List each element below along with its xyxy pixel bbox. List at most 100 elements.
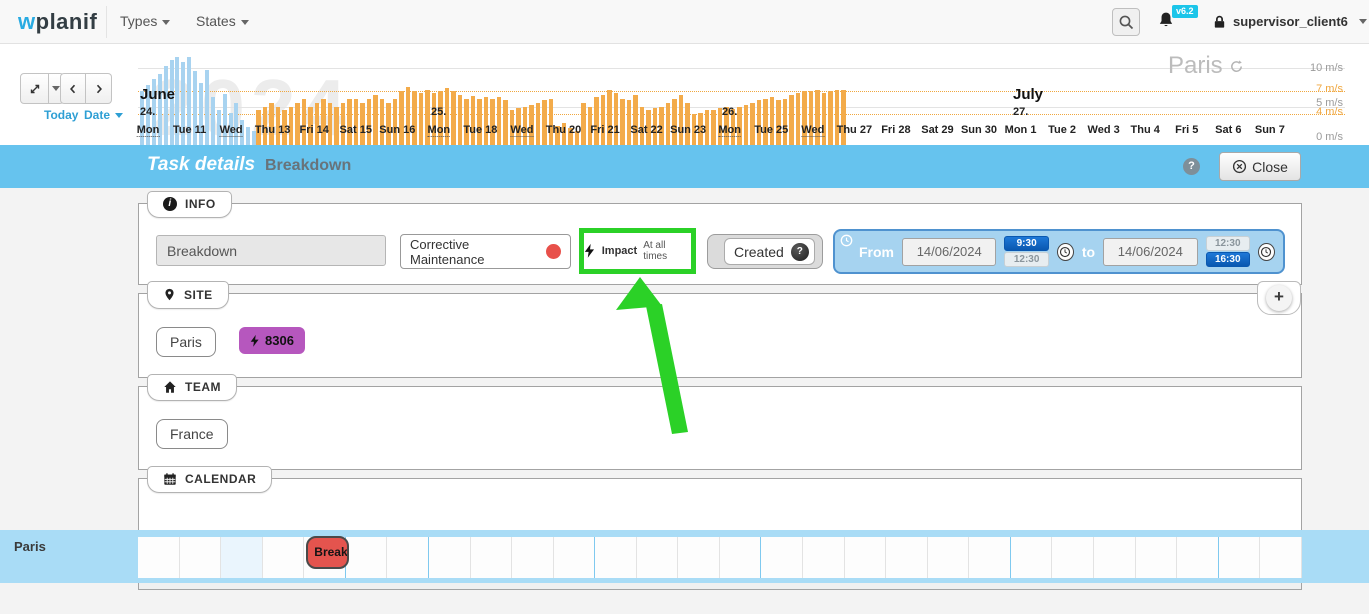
week-label: 27. — [1013, 106, 1028, 118]
to-date-field[interactable]: 14/06/2024 — [1103, 238, 1197, 266]
calendar-cell[interactable] — [1177, 537, 1219, 578]
wind-forecast-bar — [373, 95, 378, 145]
wind-forecast-bar — [432, 93, 437, 145]
to-time-picker-button[interactable] — [1258, 243, 1275, 261]
calendar-cell[interactable] — [761, 537, 803, 578]
search-button[interactable] — [1112, 8, 1140, 36]
calendar-cell[interactable] — [1136, 537, 1178, 578]
to-time-option-2[interactable]: 16:30 — [1206, 252, 1250, 267]
to-time-option-1[interactable]: 12:30 — [1206, 236, 1250, 251]
calendar-cell[interactable] — [720, 537, 762, 578]
tag-paris[interactable]: Paris — [156, 327, 216, 357]
wind-forecast-bar — [542, 100, 547, 145]
task-type-selector[interactable]: Corrective Maintenance — [400, 234, 571, 269]
site-section: SITE Paris8306 + — [138, 293, 1302, 378]
bolt-icon — [250, 334, 260, 348]
task-name-field[interactable]: Breakdown — [156, 235, 386, 266]
calendar-tab-label: CALENDAR — [185, 472, 256, 486]
calendar-cell[interactable] — [595, 537, 637, 578]
day-label: Tue 11 — [173, 124, 206, 136]
status-selector[interactable]: Created ? — [724, 238, 815, 265]
search-icon — [1118, 14, 1134, 30]
wind-scale-label: 0 m/s — [1316, 131, 1343, 143]
today-button[interactable]: Today — [44, 108, 78, 122]
wind-forecast-bar — [399, 91, 404, 145]
calendar-cell[interactable] — [138, 537, 180, 578]
status-help-badge[interactable]: ? — [791, 243, 809, 261]
next-period-button[interactable] — [86, 73, 112, 104]
app-window: wplanif Types States v6.2 supervisor_cli… — [0, 0, 1369, 614]
tag-label: France — [170, 426, 214, 442]
scheduled-task-breakdown[interactable]: Break — [306, 536, 349, 569]
version-badge[interactable]: v6.2 — [1172, 5, 1198, 18]
gridline-4ms — [138, 114, 1345, 115]
wind-forecast-bar — [367, 99, 372, 145]
calendar-cell[interactable] — [263, 537, 305, 578]
calendar-cell[interactable] — [1011, 537, 1053, 578]
calendar-cell[interactable] — [346, 537, 388, 578]
wind-forecast-bar — [412, 91, 417, 145]
calendar-cell[interactable] — [221, 537, 263, 578]
calendar-cell[interactable] — [180, 537, 222, 578]
tag-france[interactable]: France — [156, 419, 228, 449]
menu-types[interactable]: Types — [120, 0, 170, 43]
app-logo[interactable]: wplanif — [18, 0, 97, 43]
calendar-cell[interactable] — [969, 537, 1011, 578]
close-button[interactable]: Close — [1219, 152, 1301, 181]
calendar-cell[interactable] — [512, 537, 554, 578]
bolt-icon — [584, 243, 596, 259]
wind-forecast-bar — [477, 99, 482, 145]
timeline-site-heading: Paris — [1168, 52, 1244, 80]
day-label: Tue 25 — [754, 124, 788, 136]
calendar-cell[interactable] — [387, 537, 429, 578]
team-tab: TEAM — [147, 374, 237, 401]
from-time-option-1[interactable]: 9:30 — [1004, 236, 1048, 251]
calendar-cell[interactable] — [429, 537, 471, 578]
calendar-cell[interactable] — [845, 537, 887, 578]
day-label: Fri 21 — [590, 124, 619, 136]
date-dropdown-button[interactable]: Date — [84, 108, 123, 122]
calendar-cell[interactable] — [678, 537, 720, 578]
calendar-cell[interactable] — [554, 537, 596, 578]
logo-suffix: planif — [36, 9, 98, 34]
refresh-icon[interactable] — [1229, 59, 1244, 74]
calendar-cell[interactable] — [637, 537, 679, 578]
wind-forecast-bar — [354, 99, 359, 145]
page-title: Task details — [147, 154, 255, 176]
add-site-tab: + — [1257, 281, 1301, 315]
tag-label: 8306 — [265, 333, 294, 348]
impact-button[interactable]: Impact At all times — [579, 228, 696, 274]
add-site-button[interactable]: + — [1266, 285, 1292, 311]
task-details-bar: Task details Breakdown ? Close — [0, 145, 1369, 188]
calendar-cell[interactable] — [803, 537, 845, 578]
username-label: supervisor_client6 — [1233, 0, 1348, 43]
calendar-cell[interactable] — [886, 537, 928, 578]
previous-period-button[interactable] — [60, 73, 86, 104]
expand-range-button[interactable] — [20, 73, 49, 104]
chevron-right-icon — [93, 83, 105, 95]
menu-states[interactable]: States — [196, 0, 249, 43]
status-group: Created ? — [707, 234, 823, 269]
from-time-option-2[interactable]: 12:30 — [1004, 252, 1048, 267]
calendar-cell[interactable] — [471, 537, 513, 578]
clock-icon — [1260, 246, 1272, 258]
calendar-cell[interactable] — [1260, 537, 1302, 578]
calendar-cell[interactable] — [1219, 537, 1261, 578]
day-label: Sun 16 — [379, 124, 415, 136]
home-icon — [163, 380, 177, 394]
calendar-cell[interactable] — [1094, 537, 1136, 578]
calendar-cell[interactable] — [1052, 537, 1094, 578]
user-menu[interactable]: supervisor_client6 — [1212, 0, 1367, 43]
help-icon[interactable]: ? — [1183, 158, 1200, 175]
info-tab-label: INFO — [185, 197, 216, 211]
day-label: Sun 23 — [670, 124, 706, 136]
lock-icon — [1212, 14, 1227, 30]
from-date-field[interactable]: 14/06/2024 — [902, 238, 996, 266]
task-name-subtitle: Breakdown — [265, 157, 351, 175]
calendar-cell[interactable] — [928, 537, 970, 578]
from-time-picker-button[interactable] — [1057, 243, 1074, 261]
gridline-10ms — [138, 68, 1345, 69]
menu-types-label: Types — [120, 13, 157, 29]
tag-8306[interactable]: 8306 — [239, 327, 305, 354]
month-label: June — [140, 86, 175, 103]
